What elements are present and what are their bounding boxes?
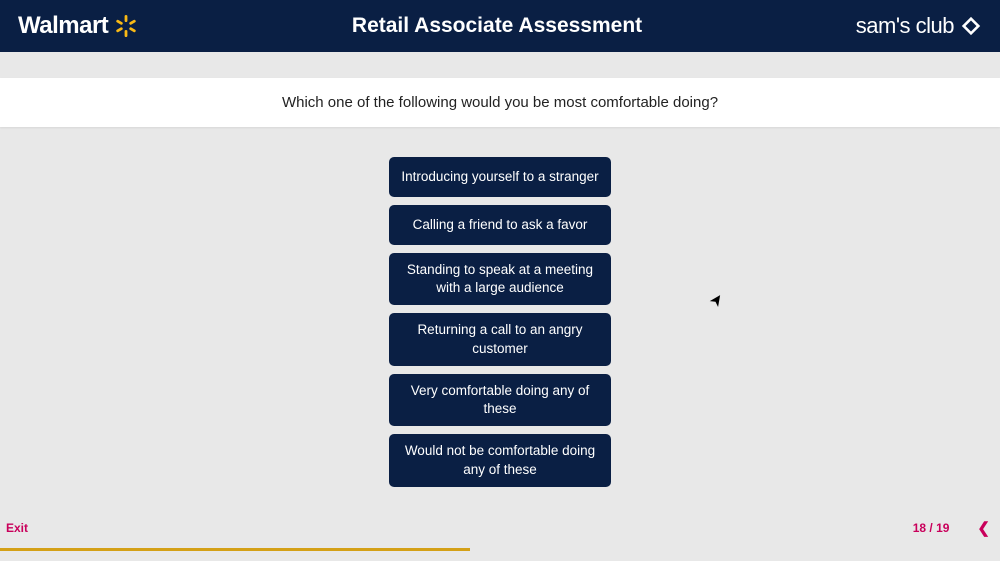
footer-bar: Exit 18 / 19 ❮ xyxy=(0,519,1000,541)
option-button[interactable]: Very comfortable doing any of these xyxy=(389,374,611,426)
option-button[interactable]: Introducing yourself to a stranger xyxy=(389,157,611,197)
page-counter: 18 / 19 xyxy=(913,521,950,535)
sams-club-logo-text: sam's club xyxy=(856,13,954,39)
walmart-spark-icon xyxy=(114,14,138,38)
footer-right: 18 / 19 ❮ xyxy=(913,519,990,537)
option-button[interactable]: Returning a call to an angry customer xyxy=(389,313,611,365)
walmart-logo-text: Walmart xyxy=(18,12,108,40)
brand-left: Walmart xyxy=(18,12,138,40)
progress-bar xyxy=(0,548,470,551)
question-text: Which one of the following would you be … xyxy=(0,94,1000,111)
question-bar: Which one of the following would you be … xyxy=(0,78,1000,127)
option-button[interactable]: Would not be comfortable doing any of th… xyxy=(389,434,611,486)
exit-link[interactable]: Exit xyxy=(6,521,28,535)
page-title: Retail Associate Assessment xyxy=(352,14,642,38)
option-button[interactable]: Calling a friend to ask a favor xyxy=(389,205,611,245)
app-header: Walmart Retail Associate Assessment sam'… xyxy=(0,0,1000,52)
option-button[interactable]: Standing to speak at a meeting with a la… xyxy=(389,253,611,305)
sams-club-diamond-icon xyxy=(960,15,982,37)
previous-chevron-icon[interactable]: ❮ xyxy=(977,519,990,537)
brand-right: sam's club xyxy=(856,13,982,39)
options-container: Introducing yourself to a stranger Calli… xyxy=(0,157,1000,487)
footer: Exit 18 / 19 ❮ xyxy=(0,519,1000,549)
